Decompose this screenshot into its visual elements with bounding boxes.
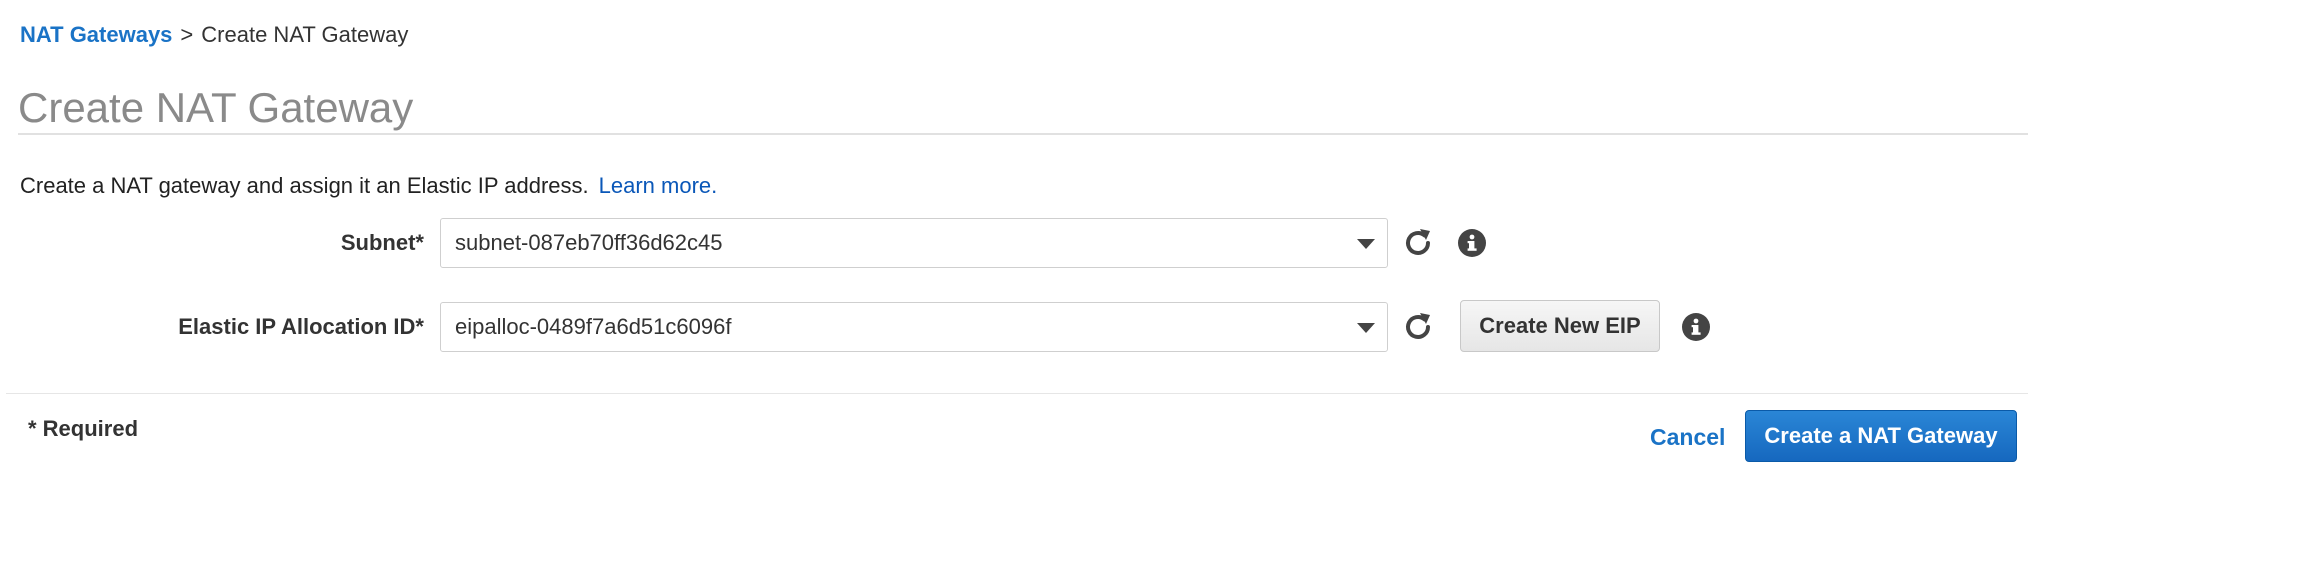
breadcrumb-current: Create NAT Gateway bbox=[201, 22, 409, 47]
subnet-select-value: subnet-087eb70ff36d62c45 bbox=[455, 230, 723, 255]
elastic-ip-label: Elastic IP Allocation ID* bbox=[178, 314, 424, 339]
chevron-down-icon bbox=[1357, 239, 1375, 249]
elastic-ip-refresh-icon[interactable] bbox=[1400, 309, 1436, 345]
subnet-label: Subnet* bbox=[340, 230, 424, 255]
chevron-down-icon bbox=[1357, 323, 1375, 333]
breadcrumb: NAT Gateways > Create NAT Gateway bbox=[20, 20, 408, 50]
page-description: Create a NAT gateway and assign it an El… bbox=[20, 171, 717, 201]
subnet-select[interactable]: subnet-087eb70ff36d62c45 bbox=[440, 218, 1388, 268]
page-title: Create NAT Gateway bbox=[18, 84, 414, 131]
elastic-ip-info-icon[interactable] bbox=[1682, 313, 1710, 341]
learn-more-link[interactable]: Learn more. bbox=[599, 173, 718, 198]
subnet-refresh-icon[interactable] bbox=[1400, 225, 1436, 261]
create-nat-gateway-button[interactable]: Create a NAT Gateway bbox=[1745, 410, 2017, 462]
elastic-ip-select-value: eipalloc-0489f7a6d51c6096f bbox=[455, 314, 732, 339]
subnet-info-icon[interactable] bbox=[1458, 229, 1486, 257]
description-text: Create a NAT gateway and assign it an El… bbox=[20, 173, 589, 198]
breadcrumb-link-nat-gateways[interactable]: NAT Gateways bbox=[20, 22, 172, 47]
breadcrumb-separator: > bbox=[180, 22, 194, 47]
required-note: * Required bbox=[28, 416, 139, 441]
elastic-ip-select[interactable]: eipalloc-0489f7a6d51c6096f bbox=[440, 302, 1388, 352]
footer-divider bbox=[6, 393, 2028, 394]
title-divider bbox=[18, 133, 2028, 135]
create-new-eip-button[interactable]: Create New EIP bbox=[1460, 300, 1660, 352]
cancel-button[interactable]: Cancel bbox=[1650, 422, 1725, 452]
